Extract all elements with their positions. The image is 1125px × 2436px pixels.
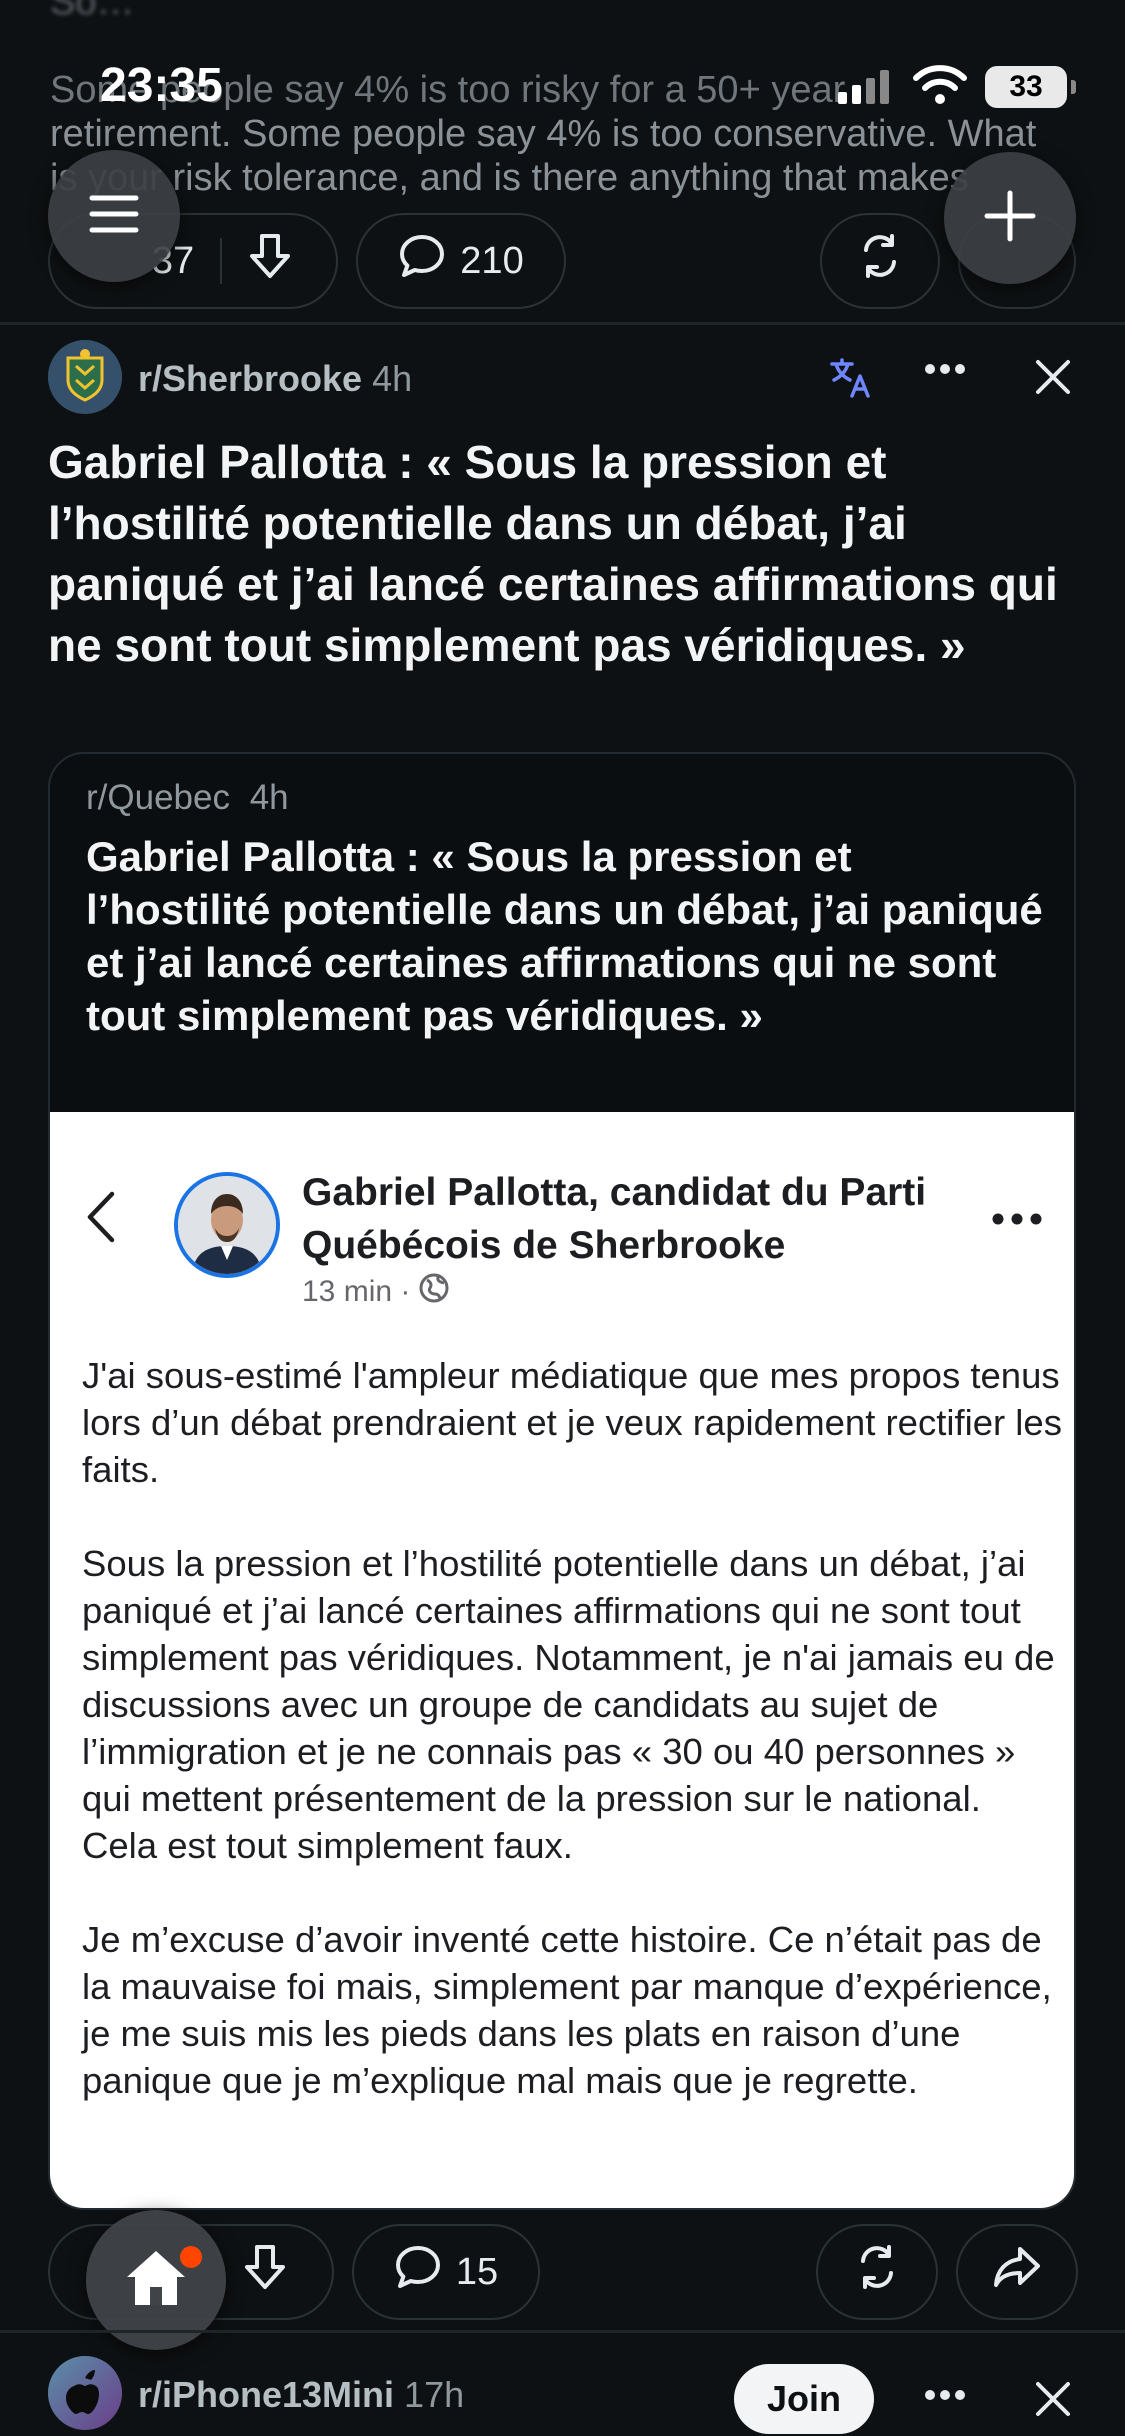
comment-icon (398, 233, 446, 289)
notification-dot (180, 2246, 202, 2268)
fb-more-icon (992, 1212, 1042, 1230)
status-bar: 23:35 33 (0, 0, 1125, 140)
author-avatar (174, 1172, 280, 1278)
post-age: 4h (372, 358, 413, 399)
crosspost-meta: r/Quebec 4h (86, 778, 289, 818)
downvote-icon[interactable] (243, 2243, 287, 2301)
globe-icon (418, 1272, 450, 1312)
comment-icon (394, 2244, 442, 2300)
facebook-post-image[interactable]: Gabriel Pallotta, candidat du Parti Québ… (50, 1112, 1074, 2208)
award-icon (856, 232, 904, 290)
fb-time-text: 13 min · (302, 1275, 411, 1308)
facebook-post-body: J'ai sous-estimé l'ampleur médiatique qu… (82, 1352, 1062, 2151)
post-divider (0, 322, 1125, 325)
award-button[interactable] (816, 2224, 938, 2320)
wifi-icon (912, 64, 968, 111)
post-timestamp: 13 min · (302, 1272, 450, 1312)
translate-icon[interactable] (828, 354, 874, 405)
subreddit-line[interactable]: r/Sherbrooke 4h (138, 358, 412, 400)
plus-icon (983, 189, 1037, 248)
post-divider (0, 2330, 1125, 2333)
post-age: 17h (404, 2374, 465, 2415)
more-icon[interactable] (924, 2388, 966, 2406)
next-post-header: r/iPhone13Mini 17h Join (48, 2352, 1078, 2436)
subreddit-name[interactable]: r/Sherbrooke (138, 358, 362, 399)
previous-post-line: is your risk tolerance, and is there any… (50, 157, 969, 199)
downvote-icon[interactable] (248, 232, 292, 290)
award-icon (853, 2243, 901, 2301)
join-button[interactable]: Join (734, 2364, 874, 2434)
author-name: Gabriel Pallotta, candidat du Parti Québ… (302, 1171, 927, 1267)
subreddit-avatar[interactable] (48, 2356, 122, 2430)
vote-divider (220, 238, 223, 284)
share-icon (992, 2245, 1042, 2299)
menu-icon (88, 192, 140, 241)
crosspost-title[interactable]: Gabriel Pallotta : « Sous la pression et… (86, 830, 1046, 1042)
subreddit-avatar[interactable] (48, 340, 122, 414)
home-button[interactable] (86, 2210, 226, 2350)
close-icon[interactable] (1034, 358, 1072, 401)
comments-button[interactable]: 15 (352, 2224, 540, 2320)
close-icon[interactable] (1034, 2380, 1072, 2423)
crosspost-age: 4h (249, 778, 289, 817)
cellular-signal-icon (838, 70, 898, 109)
share-button[interactable] (956, 2224, 1078, 2320)
crosspost-subreddit[interactable]: r/Quebec (86, 778, 230, 817)
post-title[interactable]: Gabriel Pallotta : « Sous la pression et… (48, 432, 1078, 676)
subreddit-line[interactable]: r/iPhone13Mini 17h (138, 2374, 464, 2416)
subreddit-name[interactable]: r/iPhone13Mini (138, 2374, 394, 2415)
menu-button[interactable] (48, 150, 180, 282)
status-time: 23:35 (100, 59, 223, 112)
fb-paragraph: Sous la pression et l’hostilité potentie… (82, 1543, 1055, 1866)
post-header: r/Sherbrooke 4h (48, 340, 1078, 420)
fb-paragraph: Je m’excuse d’avoir inventé cette histoi… (82, 1919, 1052, 2101)
fb-paragraph: J'ai sous-estimé l'ampleur médiatique qu… (82, 1355, 1062, 1490)
comment-count: 15 (455, 2250, 499, 2293)
create-post-button[interactable] (944, 152, 1076, 284)
back-icon (86, 1190, 116, 1249)
comment-count: 210 (460, 239, 524, 282)
crosspost-card[interactable]: r/Quebec 4h Gabriel Pallotta : « Sous la… (48, 752, 1076, 2210)
previous-award-button[interactable] (820, 213, 940, 309)
previous-comments-button[interactable]: 210 (356, 213, 566, 309)
more-icon[interactable] (924, 362, 966, 380)
battery-indicator: 33 (985, 66, 1076, 108)
